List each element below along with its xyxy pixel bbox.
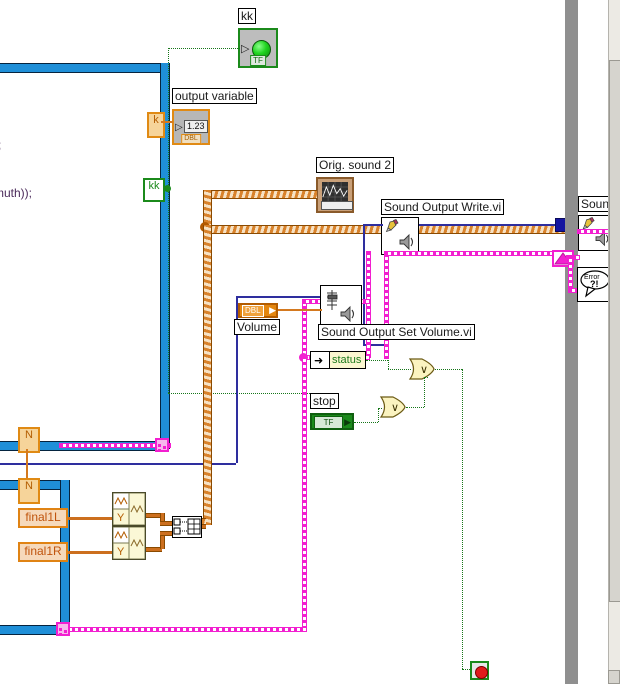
waveform-wire-vertical-lower	[203, 225, 212, 525]
waveform-wire-to-graph	[203, 190, 317, 199]
right-arrow-icon: ➜	[314, 354, 324, 367]
or-gate-icon: ∨	[408, 358, 435, 380]
sound-write-left-wire-h	[363, 224, 383, 226]
error-wire-long-v	[302, 355, 307, 632]
code-fragment-2: muth));	[0, 186, 33, 200]
kk-wire-horizontal	[168, 48, 240, 49]
k-tunnel-wire	[161, 121, 173, 123]
svg-text:∨: ∨	[420, 364, 428, 376]
graph-legend-strip	[321, 201, 353, 210]
sound-output-set-volume-vi[interactable]	[320, 285, 362, 327]
or-gate-upper[interactable]: ∨	[408, 358, 436, 380]
volume-label: Volume	[234, 319, 281, 335]
error-dialog-icon: Error ?!	[580, 270, 610, 298]
or-chain-wire-h2	[424, 377, 428, 378]
stop-tf-tag: TF	[314, 416, 343, 429]
error-wire-loop-bottom	[59, 443, 171, 448]
input-arrow-icon: ▷	[175, 122, 183, 133]
error-wire-left-v	[366, 251, 371, 358]
svg-text:Y: Y	[117, 546, 125, 558]
numeric-value: 1.23	[184, 120, 208, 133]
output-arrow-icon: ▶	[269, 306, 276, 316]
build-waveform-node-2[interactable]: Y	[112, 526, 146, 560]
volume-dbl-tag: DBL	[242, 305, 264, 317]
stop-sign-icon	[475, 666, 488, 679]
error-wire-from-write-v	[384, 253, 389, 359]
or-chain-wire-h	[406, 407, 424, 408]
orig-sound-2-graph-indicator[interactable]	[316, 177, 354, 213]
kk-indicator-label: kk	[238, 8, 256, 24]
stop-boolean-control[interactable]: TF ▶	[310, 413, 354, 430]
build-waveform-node-1[interactable]: Y	[112, 492, 146, 526]
n-tunnel-connect-wire	[26, 449, 28, 478]
error-wire-to-tunnel	[384, 251, 568, 256]
svg-text:∨: ∨	[391, 402, 399, 414]
error-tunnel-bottom-loop[interactable]	[56, 622, 70, 636]
orig-sound-2-label: Orig. sound 2	[316, 157, 395, 173]
kk-boolean-indicator[interactable]: ▷ TF	[238, 28, 278, 68]
tunnel-kk[interactable]: kk	[143, 178, 165, 202]
final1R-variable[interactable]: final1R	[18, 542, 68, 562]
error-wire-bottom-h	[59, 627, 307, 632]
kk-wire-vertical	[168, 48, 169, 393]
tunnel-k[interactable]: k	[147, 112, 165, 138]
sound-output-write-vi[interactable]	[381, 217, 419, 255]
build-array-out-wire	[202, 524, 206, 529]
error-tunnel-main-loop[interactable]	[155, 438, 169, 452]
status-input-cell: ➜	[311, 352, 330, 368]
build-array-icon	[173, 518, 201, 535]
while-loop-border-top	[0, 63, 168, 73]
pencil-speaker-icon	[385, 218, 414, 251]
block-diagram-canvas[interactable]: ; muth)); kk ▷ TF output variable ▷ 1.23…	[0, 0, 620, 684]
sound-output-set-volume-label: Sound Output Set Volume.vi	[318, 324, 475, 340]
sound-output-write-label: Sound Output Write.vi	[381, 199, 505, 215]
svg-text:?!: ?!	[590, 279, 599, 289]
stop-or-wire-h	[354, 422, 378, 423]
kk-wire-junction	[164, 185, 171, 192]
volume-vi-left-wire	[236, 296, 328, 298]
numeric-wire-crossing	[0, 463, 236, 465]
final1R-wire	[68, 551, 112, 554]
error-tunnel-wire-down	[568, 255, 573, 293]
volume-control-terminal[interactable]: DBL ▶	[238, 303, 278, 318]
scrollbar-down-button[interactable]	[608, 670, 620, 684]
structure-gray-band	[565, 0, 578, 684]
or-gate-lower[interactable]: ∨	[379, 396, 407, 418]
final1L-wire	[68, 517, 112, 520]
status-or-wire-v	[388, 360, 389, 369]
volume-wire	[278, 309, 322, 311]
output-variable-indicator[interactable]: ▷ 1.23 DBL	[172, 109, 210, 145]
status-unbundle-node[interactable]: ➜ status	[310, 351, 366, 369]
scrollbar-thumb[interactable]	[609, 60, 620, 602]
status-label: status	[332, 354, 362, 366]
loop-conditional-terminal[interactable]	[470, 661, 489, 680]
input-arrow-icon: ▷	[241, 42, 250, 55]
tunnel-n-top[interactable]: N	[18, 427, 40, 453]
slider-speaker-icon	[327, 290, 355, 323]
stop-label: stop	[310, 393, 339, 409]
boolean-tf-tag: TF	[250, 55, 266, 66]
svg-text:Y: Y	[117, 512, 125, 524]
or-chain-wire-v	[424, 377, 425, 407]
status-or-wire-h	[366, 360, 388, 361]
tunnel-n-bottom[interactable]: N	[18, 478, 40, 504]
dbl-type-tag: DBL	[181, 134, 201, 144]
build-waveform-icon: Y	[112, 526, 146, 560]
or-out-wire-h	[435, 369, 462, 370]
sound-write-output-wire	[419, 224, 559, 226]
or-out-wire-v	[462, 369, 463, 669]
code-fragment-1: ;	[0, 138, 1, 152]
or-gate-icon: ∨	[379, 396, 406, 418]
output-arrow-icon: ▶	[344, 418, 351, 428]
build-array-node[interactable]	[172, 516, 202, 538]
build-waveform-icon: Y	[112, 492, 146, 526]
final1L-variable[interactable]: final1L	[18, 508, 68, 528]
output-variable-label: output variable	[172, 88, 257, 104]
kk-wire-to-stop	[168, 393, 314, 394]
vertical-scrollbar[interactable]	[608, 0, 620, 684]
waveform-graph-icon	[322, 182, 348, 202]
